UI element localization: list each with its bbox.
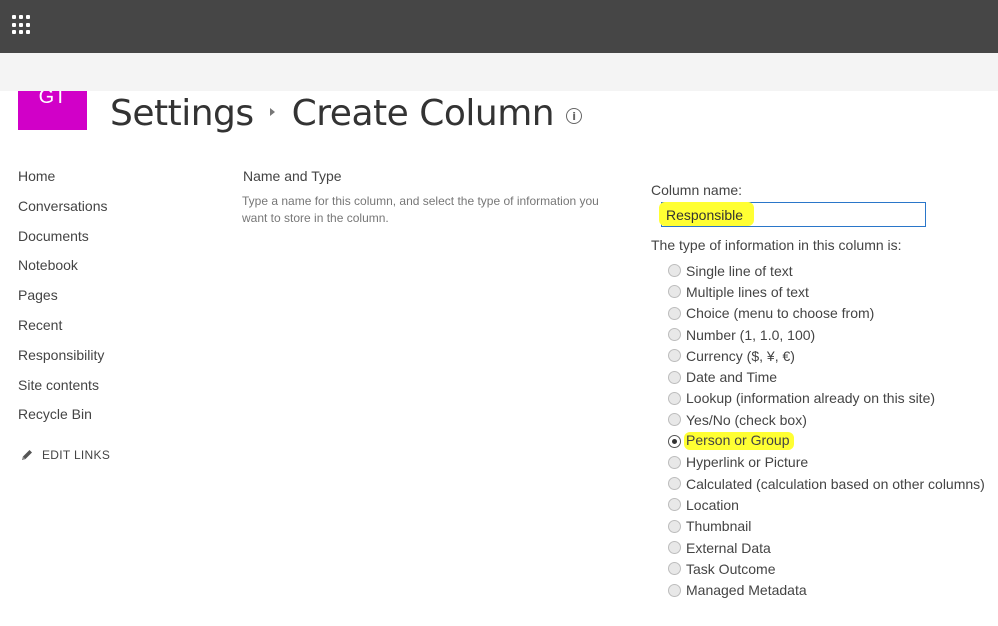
type-option-person-group[interactable]: Person or Group [668,430,985,451]
site-logo-text: GT [38,91,67,108]
radio-button[interactable] [668,306,681,320]
nav-item-responsibility[interactable]: Responsibility [18,345,218,375]
info-icon[interactable]: i [566,108,583,124]
type-option-label: Lookup (information already on this site… [686,390,936,407]
type-option-managed-metadata[interactable]: Managed Metadata [668,579,985,600]
type-option-location[interactable]: Location [668,494,985,515]
type-option-task-outcome[interactable]: Task Outcome [668,558,985,579]
waffle-icon[interactable] [12,15,32,35]
breadcrumb: Settings Create Column i [110,88,583,138]
nav-item-home[interactable]: Home [18,166,218,196]
type-option-label: Currency ($, ¥, €) [686,347,795,364]
nav-item-recycle-bin[interactable]: Recycle Bin [18,404,218,434]
type-option-hyperlink[interactable]: Hyperlink or Picture [668,452,985,473]
left-nav: Home Conversations Documents Notebook Pa… [18,166,218,462]
type-option-label: Task Outcome [686,560,776,577]
type-option-lookup[interactable]: Lookup (information already on this site… [668,388,985,409]
column-name-input[interactable] [666,205,916,225]
radio-button[interactable] [668,455,681,469]
nav-item-pages[interactable]: Pages [18,285,218,315]
radio-button[interactable] [668,349,681,363]
type-option-choice[interactable]: Choice (menu to choose from) [668,303,985,324]
radio-button[interactable] [668,391,681,405]
site-logo[interactable]: GT [18,91,87,130]
section-title: Name and Type [243,168,342,184]
radio-button[interactable] [668,264,681,278]
type-option-currency[interactable]: Currency ($, ¥, €) [668,345,985,366]
type-option-label: Number (1, 1.0, 100) [686,326,816,343]
type-option-label: Hyperlink or Picture [686,454,809,471]
type-option-multiple-lines[interactable]: Multiple lines of text [668,281,985,302]
suite-bar [0,0,998,53]
radio-button[interactable] [668,498,681,512]
type-option-label: Thumbnail [686,518,752,535]
type-option-thumbnail[interactable]: Thumbnail [668,516,985,537]
page-title: Create Column [291,92,555,134]
nav-item-conversations[interactable]: Conversations [18,196,218,226]
type-option-label: Date and Time [686,369,778,386]
type-option-label: Choice (menu to choose from) [686,305,875,322]
edit-links-label: EDIT LINKS [42,448,111,463]
radio-button[interactable] [668,583,681,597]
type-option-label: Calculated (calculation based on other c… [686,475,985,492]
type-option-label: Location [686,496,739,513]
radio-button[interactable] [668,413,681,427]
command-bar [0,53,998,91]
type-option-label: Managed Metadata [686,582,807,599]
radio-button-checked[interactable] [668,434,681,448]
type-option-single-line[interactable]: Single line of text [668,260,985,281]
radio-button[interactable] [668,285,681,299]
pencil-icon [22,450,32,461]
nav-item-recent[interactable]: Recent [18,315,218,345]
type-option-label: Multiple lines of text [686,283,809,300]
column-type-radio-group: Single line of text Multiple lines of te… [668,260,985,601]
type-option-external-data[interactable]: External Data [668,537,985,558]
type-option-label: Yes/No (check box) [686,411,807,428]
type-label: The type of information in this column i… [651,237,902,253]
column-name-label: Column name: [651,182,743,198]
radio-button[interactable] [668,519,681,533]
nav-item-notebook[interactable]: Notebook [18,255,218,285]
type-option-label: Person or Group [684,432,794,451]
type-option-label: External Data [686,539,771,556]
radio-button[interactable] [668,477,681,491]
radio-button[interactable] [668,328,681,342]
radio-button[interactable] [668,370,681,384]
section-description: Type a name for this column, and select … [242,194,599,225]
type-option-number[interactable]: Number (1, 1.0, 100) [668,324,985,345]
nav-item-documents[interactable]: Documents [18,226,218,256]
type-option-yes-no[interactable]: Yes/No (check box) [668,409,985,430]
chevron-right-icon [268,105,278,121]
type-option-calculated[interactable]: Calculated (calculation based on other c… [668,473,985,494]
type-option-label: Single line of text [686,262,793,279]
radio-button[interactable] [668,562,681,576]
radio-button[interactable] [668,541,681,554]
breadcrumb-settings[interactable]: Settings [110,93,254,134]
type-option-date-time[interactable]: Date and Time [668,366,985,387]
nav-item-site-contents[interactable]: Site contents [18,375,218,405]
edit-links-button[interactable]: EDIT LINKS [18,448,218,462]
